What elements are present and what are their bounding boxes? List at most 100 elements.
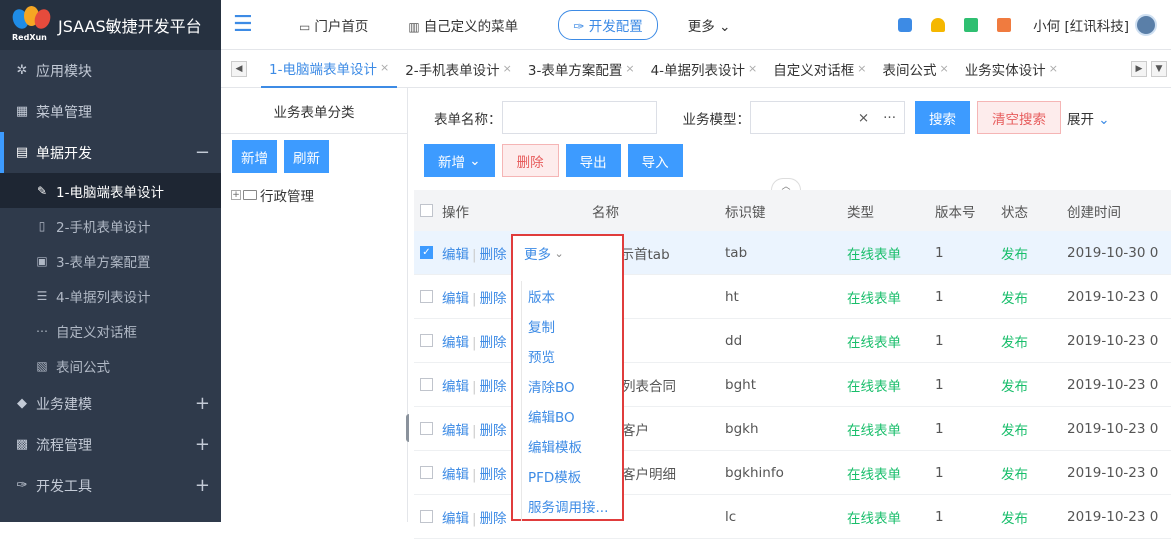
dropdown-item[interactable]: 版本	[522, 281, 617, 311]
category-add-button[interactable]: 新增	[232, 140, 277, 173]
col-header-type[interactable]: 类型	[847, 201, 935, 221]
row-checkbox[interactable]	[420, 378, 433, 391]
ellipsis-icon[interactable]: ···	[883, 110, 896, 126]
collapse-toggle-icon[interactable]: ︿	[771, 178, 801, 192]
col-header-key[interactable]: 标识键	[725, 201, 847, 221]
sidebar-subitem-pc-form-design[interactable]: ✎ 1-电脑端表单设计	[0, 173, 221, 208]
select-all-checkbox[interactable]	[420, 204, 433, 217]
expand-icon[interactable]: +	[195, 434, 210, 455]
tab-form-scheme[interactable]: 3-表单方案配置 ×	[520, 50, 643, 88]
row-checkbox[interactable]	[420, 466, 433, 479]
sidebar-subitem-form-scheme[interactable]: ▣ 3-表单方案配置	[0, 243, 221, 278]
menu-toggle-icon[interactable]: ☰	[233, 12, 261, 37]
top-nav-more[interactable]: 更多 ⌄	[688, 15, 731, 35]
col-header-created[interactable]: 创建时间	[1067, 201, 1171, 221]
tab-biz-entity-design[interactable]: 业务实体设计 ×	[957, 50, 1066, 88]
sidebar-item-flow-management[interactable]: ▩ 流程管理 +	[0, 424, 221, 465]
tab-custom-dialog[interactable]: 自定义对话框 ×	[765, 50, 874, 88]
col-header-status[interactable]: 状态	[1001, 201, 1067, 221]
dropdown-item[interactable]: 编辑BO	[522, 401, 617, 431]
expand-link[interactable]: 展开 ⌄	[1067, 108, 1110, 128]
delete-link[interactable]: 删除	[480, 247, 507, 263]
dev-config-button[interactable]: ✑ 开发配置	[558, 9, 658, 40]
tab-pc-form-design[interactable]: 1-电脑端表单设计 ×	[261, 50, 398, 88]
search-button[interactable]: 搜索	[915, 101, 970, 134]
delete-link[interactable]: 删除	[480, 291, 507, 307]
tab-list-design[interactable]: 4-单据列表设计 ×	[643, 50, 766, 88]
expand-icon[interactable]: +	[195, 393, 210, 414]
delete-link[interactable]: 删除	[480, 335, 507, 351]
tree-expand-icon[interactable]: +	[231, 190, 241, 200]
close-icon[interactable]: ×	[503, 62, 512, 75]
row-checkbox[interactable]	[420, 290, 433, 303]
edit-link[interactable]: 编辑	[442, 291, 469, 307]
tab-scroll-right-icon[interactable]: ▶	[1131, 60, 1147, 77]
sidebar-subitem-list-design[interactable]: ☰ 4-单据列表设计	[0, 278, 221, 313]
close-icon[interactable]: ×	[748, 62, 757, 75]
row-checkbox[interactable]: ✓	[420, 246, 433, 259]
close-icon[interactable]: ×	[857, 62, 866, 75]
avatar[interactable]	[1135, 14, 1157, 36]
close-icon[interactable]: ×	[939, 62, 948, 75]
sidebar-subitem-custom-dialog[interactable]: ⋯ 自定义对话框	[0, 313, 221, 348]
chevron-down-icon: ⌄	[465, 152, 481, 169]
dropdown-item[interactable]: 编辑模板	[522, 431, 617, 461]
sidebar-subitem-mobile-form-design[interactable]: ▯ 2-手机表单设计	[0, 208, 221, 243]
sidebar-item-biz-modeling[interactable]: ◆ 业务建模 +	[0, 383, 221, 424]
edit-link[interactable]: 编辑	[442, 467, 469, 483]
sidebar-item-form-dev[interactable]: ▤ 单据开发 −	[0, 132, 221, 173]
tab-menu-icon[interactable]: ▼	[1151, 60, 1167, 77]
dropdown-item[interactable]: 清除BO	[522, 371, 617, 401]
form-name-input[interactable]	[501, 101, 657, 134]
biz-model-input[interactable]: × ···	[750, 101, 905, 134]
delete-link[interactable]: 删除	[480, 511, 507, 527]
edit-link[interactable]: 编辑	[442, 335, 469, 351]
tab-table-formula[interactable]: 表间公式 ×	[874, 50, 956, 88]
export-button[interactable]: 导出	[565, 144, 621, 177]
mail-icon[interactable]	[964, 18, 979, 32]
edit-link[interactable]: 编辑	[442, 511, 469, 527]
tab-mobile-form-design[interactable]: 2-手机表单设计 ×	[397, 50, 520, 88]
dropdown-item[interactable]: 预览	[522, 341, 617, 371]
edit-link[interactable]: 编辑	[442, 423, 469, 439]
collapse-icon[interactable]: −	[195, 142, 210, 163]
power-icon[interactable]	[997, 18, 1012, 32]
status-badge: 发布	[1001, 290, 1028, 307]
top-nav-portal-home[interactable]: ▭ 门户首页	[299, 15, 368, 35]
import-button[interactable]: 导入	[627, 144, 683, 177]
bell-icon[interactable]	[931, 18, 946, 32]
edit-link[interactable]: 编辑	[442, 379, 469, 395]
sidebar-subitem-table-formula[interactable]: ▧ 表间公式	[0, 348, 221, 383]
edit-link[interactable]: 编辑	[442, 247, 469, 263]
dropdown-item[interactable]: 复制	[522, 311, 617, 341]
clear-icon[interactable]: ×	[858, 110, 869, 126]
tab-scroll-left-icon[interactable]: ◀	[231, 60, 247, 77]
clear-search-button[interactable]: 清空搜索	[977, 101, 1061, 134]
sidebar-item-dev-tools[interactable]: ✑ 开发工具 +	[0, 465, 221, 506]
add-button[interactable]: 新增 ⌄	[424, 144, 495, 177]
dropdown-item[interactable]: PFD模板	[522, 461, 617, 491]
row-checkbox[interactable]	[420, 422, 433, 435]
shirt-icon[interactable]	[898, 18, 913, 32]
close-icon[interactable]: ×	[625, 62, 634, 75]
close-icon[interactable]: ×	[1049, 62, 1058, 75]
top-nav-custom-menu[interactable]: ▥ 自己定义的菜单	[408, 15, 518, 35]
col-header-version[interactable]: 版本号	[935, 201, 1001, 221]
col-header-name[interactable]: 名称	[570, 201, 725, 221]
sidebar-item-app-module[interactable]: ✲ 应用模块	[0, 50, 221, 91]
dropdown-item[interactable]: 服务调用接...	[522, 491, 617, 521]
row-checkbox[interactable]	[420, 510, 433, 523]
delete-link[interactable]: 删除	[480, 379, 507, 395]
row-checkbox[interactable]	[420, 334, 433, 347]
sidebar-item-menu-management[interactable]: ▦ 菜单管理	[0, 91, 221, 132]
delete-link[interactable]: 删除	[480, 467, 507, 483]
delete-button[interactable]: 删除	[501, 144, 559, 177]
delete-link[interactable]: 删除	[480, 423, 507, 439]
more-trigger[interactable]: 更多 ⌄	[513, 236, 622, 270]
category-refresh-button[interactable]: 刷新	[284, 140, 329, 173]
close-icon[interactable]: ×	[380, 61, 389, 74]
user-name[interactable]: 小何 [红讯科技]	[1033, 15, 1129, 35]
logo[interactable]: RedXun JSAAS敏捷开发平台	[0, 0, 221, 50]
expand-icon[interactable]: +	[195, 475, 210, 496]
tree-node[interactable]: + 行政管理	[221, 185, 407, 205]
